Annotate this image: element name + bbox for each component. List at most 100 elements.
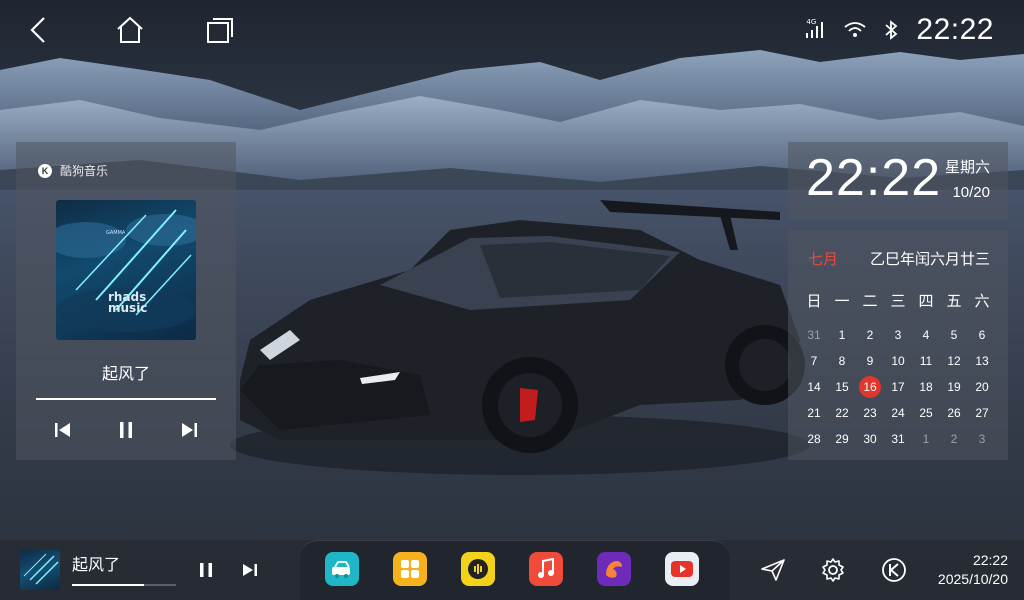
weekday-label: 二: [862, 292, 878, 310]
pause-button[interactable]: [115, 419, 137, 441]
calendar-widget[interactable]: 七月 乙巳年闰六月廿三 日 一 二 三 四 五 六 31 1 2 3 4 5 6 7 8 9 10 1…: [788, 230, 1008, 460]
playback-controls: [52, 418, 200, 442]
mini-player-album-art[interactable]: [20, 550, 60, 590]
calendar-day[interactable]: 22: [828, 400, 856, 426]
home-icon: [117, 16, 143, 43]
calendar-day[interactable]: 28: [800, 426, 828, 452]
weekday-label: 日: [806, 292, 822, 310]
status-indicators: 4G 22:22: [806, 10, 994, 50]
kuwo-glyph: [468, 559, 488, 579]
calendar-day[interactable]: 1: [912, 426, 940, 452]
calendar-day[interactable]: 3: [884, 322, 912, 348]
calendar-day[interactable]: 5: [940, 322, 968, 348]
song-progress-bar[interactable]: [36, 398, 216, 400]
previous-button[interactable]: [52, 419, 74, 441]
settings-icon: [822, 558, 844, 582]
calendar-day[interactable]: 26: [940, 400, 968, 426]
calendar-day[interactable]: 27: [968, 400, 996, 426]
calendar-day[interactable]: 11: [912, 348, 940, 374]
calendar-day[interactable]: 1: [828, 322, 856, 348]
clock-widget[interactable]: 22:22 星期六 10/20: [788, 142, 1008, 220]
calendar-day[interactable]: 29: [828, 426, 856, 452]
kugou-button[interactable]: [880, 556, 908, 584]
mini-pause-button[interactable]: [194, 558, 218, 582]
calendar-weekday-header: 日 一 二 三 四 五 六: [800, 290, 996, 311]
music-app-header: K 酷狗音乐: [38, 162, 108, 179]
signal-icon: 4G: [806, 18, 826, 40]
clock-time: 22:22: [806, 149, 942, 207]
mini-player-progress[interactable]: [72, 584, 176, 586]
bluetooth-icon: [885, 20, 898, 40]
home-button[interactable]: [114, 14, 146, 46]
recents-icon: [207, 18, 233, 43]
status-bar: 4G 22:22: [0, 0, 1024, 60]
clock-date: 10/20: [952, 184, 990, 201]
calendar-day[interactable]: 19: [940, 374, 968, 400]
album-label: GAMMA: [106, 230, 126, 236]
music-app-name: 酷狗音乐: [60, 164, 109, 178]
calendar-day[interactable]: 15: [828, 374, 856, 400]
wifi-icon: [844, 22, 866, 37]
weekday-label: 三: [890, 292, 906, 310]
kuwo-music-app-icon[interactable]: [461, 552, 495, 586]
music-app-icon[interactable]: [529, 552, 563, 586]
back-icon: [30, 17, 45, 43]
weekday-label: 一: [834, 292, 850, 310]
calendar-day[interactable]: 24: [884, 400, 912, 426]
calendar-day[interactable]: 12: [940, 348, 968, 374]
calendar-day[interactable]: 4: [912, 322, 940, 348]
car-service-app-icon[interactable]: [325, 552, 359, 586]
next-button[interactable]: [178, 419, 200, 441]
calendar-day[interactable]: 3: [968, 426, 996, 452]
today-marker: 16: [859, 376, 881, 398]
sports-car-image: [230, 200, 810, 475]
dock-date: 2025/10/20: [937, 571, 1008, 587]
pause-icon: [200, 563, 212, 577]
status-time: 22:22: [916, 13, 994, 46]
settings-button[interactable]: [819, 556, 847, 584]
mini-player-title: 起风了: [72, 555, 121, 574]
calendar-day[interactable]: 6: [968, 322, 996, 348]
youtube-glyph: [671, 561, 693, 577]
calendar-day[interactable]: 21: [800, 400, 828, 426]
calendar-day[interactable]: 31: [884, 426, 912, 452]
youtube-app-icon[interactable]: [665, 552, 699, 586]
calendar-day[interactable]: 20: [968, 374, 996, 400]
navigation-button[interactable]: [759, 556, 787, 584]
calendar-day[interactable]: 17: [884, 374, 912, 400]
browser-glyph: [606, 561, 622, 578]
weekday-label: 四: [918, 292, 934, 310]
recents-button[interactable]: [204, 14, 236, 46]
weekday-label: 六: [974, 292, 990, 310]
browser-app-icon[interactable]: [597, 552, 631, 586]
calendar-day-grid: 31 1 2 3 4 5 6 7 8 9 10 11 12 13 14 15 16 17 18 19 20 21 22 23 2…: [800, 322, 996, 452]
music-note-glyph: [538, 558, 554, 578]
back-button[interactable]: [24, 14, 56, 46]
calendar-lunar-date: 乙巳年闰六月廿三: [869, 250, 990, 268]
calendar-day[interactable]: 30: [856, 426, 884, 452]
mini-next-button[interactable]: [238, 558, 262, 582]
album-art[interactable]: GAMMA rhads music: [56, 200, 196, 340]
calendar-day[interactable]: 23: [856, 400, 884, 426]
signal-label: 4G: [806, 18, 817, 26]
calendar-day[interactable]: 2: [940, 426, 968, 452]
calendar-day[interactable]: 31: [800, 322, 828, 348]
weekday-label: 五: [946, 292, 962, 310]
album-art-image: [56, 209, 196, 332]
music-widget[interactable]: K 酷狗音乐 GAMMA rhads music 起风了: [16, 142, 236, 460]
mini-album-image: [23, 553, 59, 585]
calendar-day[interactable]: 2: [856, 322, 884, 348]
kugou-icon: [882, 558, 906, 582]
calendar-day[interactable]: 7: [800, 348, 828, 374]
calendar-day[interactable]: 10: [884, 348, 912, 374]
calendar-day[interactable]: 25: [912, 400, 940, 426]
song-title: 起风了: [101, 364, 150, 383]
calendar-day[interactable]: 9: [856, 348, 884, 374]
calendar-day[interactable]: 14: [800, 374, 828, 400]
calendar-day-today[interactable]: 16: [856, 374, 884, 400]
app-grid-icon[interactable]: [393, 552, 427, 586]
calendar-day[interactable]: 13: [968, 348, 996, 374]
mini-progress-fill: [72, 584, 144, 586]
calendar-day[interactable]: 18: [912, 374, 940, 400]
calendar-day[interactable]: 8: [828, 348, 856, 374]
